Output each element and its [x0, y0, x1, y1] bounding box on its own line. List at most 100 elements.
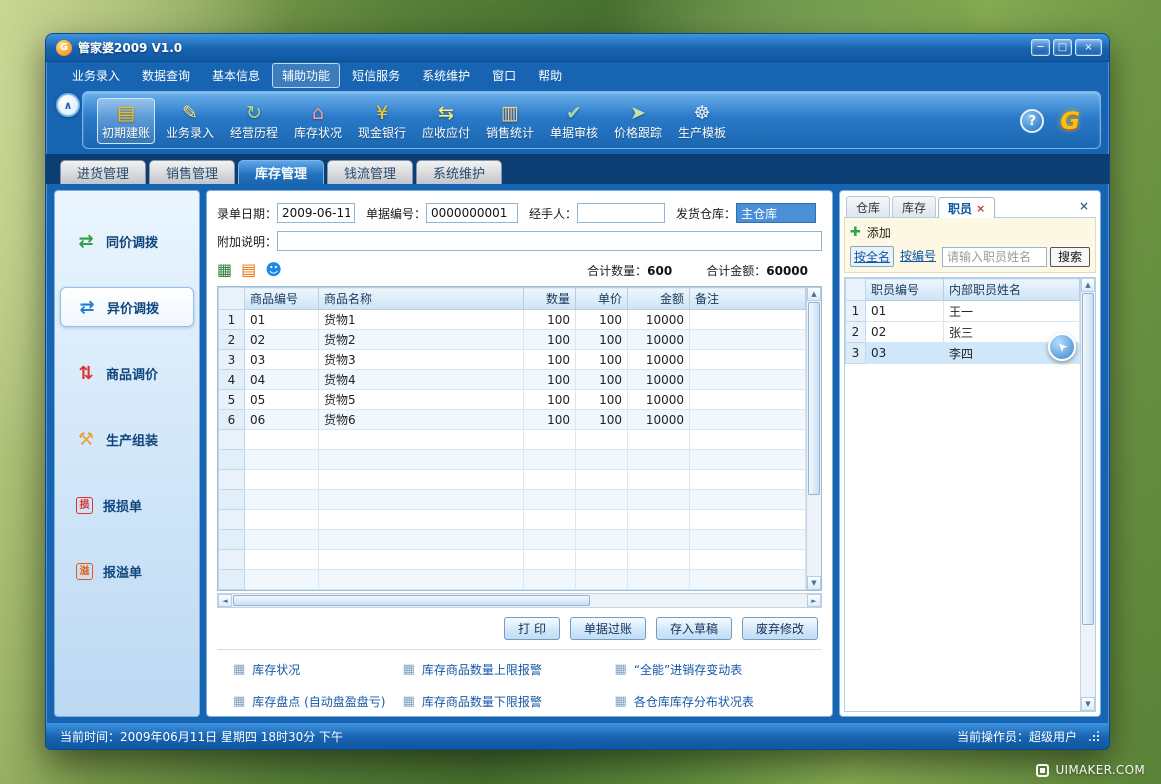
collapse-toolbar-button[interactable]: ∧ — [56, 93, 80, 117]
cell-amount[interactable]: 10000 — [628, 390, 690, 410]
scroll-track[interactable] — [807, 301, 821, 576]
menu-item-1[interactable]: 业务录入 — [62, 63, 130, 88]
cell-note[interactable] — [690, 370, 806, 390]
staff-vscrollbar[interactable]: ▲ ▼ — [1080, 278, 1095, 711]
cell-note[interactable] — [690, 470, 806, 490]
table-row-empty[interactable] — [219, 490, 806, 510]
cell-price[interactable]: 100 — [576, 370, 628, 390]
menu-item-8[interactable]: 帮助 — [528, 63, 572, 88]
scroll-left-button[interactable]: ◄ — [218, 594, 232, 607]
cell-name[interactable] — [319, 510, 524, 530]
cell-qty[interactable]: 100 — [524, 370, 576, 390]
link-stock-upper-limit-alarm[interactable]: ▦库存商品数量上限报警 — [403, 661, 615, 678]
cell-note[interactable] — [690, 430, 806, 450]
table-row[interactable]: 606货物610010010000 — [219, 410, 806, 430]
cell-price[interactable] — [576, 490, 628, 510]
detail-grid-icon[interactable]: ▦ — [217, 261, 232, 279]
search-by-code-button[interactable]: 按编号 — [897, 246, 939, 267]
cell-name[interactable]: 货物1 — [319, 310, 524, 330]
table-row[interactable]: 202货物210010010000 — [219, 330, 806, 350]
table-row[interactable]: 505货物510010010000 — [219, 390, 806, 410]
table-row-empty[interactable] — [219, 570, 806, 590]
cell-code[interactable] — [245, 450, 319, 470]
cell-name[interactable]: 王一 — [944, 301, 1080, 322]
cell-amount[interactable]: 10000 — [628, 370, 690, 390]
scroll-up-button[interactable]: ▲ — [807, 287, 821, 301]
cell-code[interactable]: 04 — [245, 370, 319, 390]
cell-qty[interactable] — [524, 570, 576, 590]
cell-price[interactable] — [576, 430, 628, 450]
table-row-empty[interactable] — [219, 470, 806, 490]
warehouse-tab[interactable]: 仓库 — [846, 196, 890, 217]
scroll-thumb[interactable] — [233, 595, 590, 606]
module-tab-3[interactable]: 库存管理 — [238, 160, 324, 184]
cell-note[interactable] — [690, 310, 806, 330]
cell-name[interactable] — [319, 570, 524, 590]
stock-tab[interactable]: 库存 — [892, 196, 936, 217]
ship-warehouse-input[interactable] — [736, 203, 816, 223]
cell-amount[interactable]: 10000 — [628, 350, 690, 370]
cell-price[interactable]: 100 — [576, 410, 628, 430]
scroll-right-button[interactable]: ► — [807, 594, 821, 607]
calculator-icon[interactable]: ▤ — [241, 261, 256, 279]
cell-price[interactable] — [576, 450, 628, 470]
staff-search-input[interactable] — [942, 247, 1047, 267]
note-input[interactable] — [277, 231, 822, 251]
cell-price[interactable]: 100 — [576, 310, 628, 330]
cell-name[interactable]: 货物5 — [319, 390, 524, 410]
toolbar-item-7[interactable]: ▥销售统计 — [481, 98, 539, 144]
sidebar-item-4[interactable]: ⚒生产组装 — [60, 419, 194, 459]
cell-note[interactable] — [690, 350, 806, 370]
sidebar-item-2[interactable]: ⇄异价调拨 — [60, 287, 194, 327]
module-tab-1[interactable]: 进货管理 — [60, 160, 146, 184]
scroll-track[interactable] — [232, 594, 807, 607]
cell-qty[interactable] — [524, 450, 576, 470]
close-tab-icon[interactable]: × — [976, 202, 985, 215]
minimize-button[interactable]: ─ — [1031, 39, 1050, 56]
scroll-up-button[interactable]: ▲ — [1081, 278, 1095, 292]
cell-amount[interactable] — [628, 530, 690, 550]
discard-changes-button[interactable]: 废弃修改 — [742, 617, 818, 640]
toolbar-item-4[interactable]: ⌂库存状况 — [289, 98, 347, 144]
cell-price[interactable] — [576, 470, 628, 490]
sidebar-item-1[interactable]: ⇄同价调拨 — [60, 221, 194, 261]
scroll-down-button[interactable]: ▼ — [1081, 697, 1095, 711]
toolbar-item-2[interactable]: ✎业务录入 — [161, 98, 219, 144]
scroll-thumb[interactable] — [808, 302, 820, 495]
menu-item-2[interactable]: 数据查询 — [132, 63, 200, 88]
cell-note[interactable] — [690, 530, 806, 550]
cell-code[interactable]: 03 — [866, 343, 944, 364]
table-row[interactable]: 303货物310010010000 — [219, 350, 806, 370]
staff-picker-icon[interactable]: ☻ — [265, 261, 282, 279]
cell-price[interactable]: 100 — [576, 350, 628, 370]
cell-name[interactable] — [319, 430, 524, 450]
table-row-empty[interactable] — [219, 510, 806, 530]
cell-note[interactable] — [690, 570, 806, 590]
cell-amount[interactable]: 10000 — [628, 410, 690, 430]
link-stock-taking[interactable]: ▦库存盘点 (自动盘盈盘亏) — [233, 693, 403, 710]
cell-note[interactable] — [690, 450, 806, 470]
resize-grip[interactable] — [1089, 731, 1099, 741]
toolbar-item-5[interactable]: ¥现金银行 — [353, 98, 411, 144]
cell-note[interactable] — [690, 410, 806, 430]
menu-item-3[interactable]: 基本信息 — [202, 63, 270, 88]
sidebar-item-6[interactable]: 溢报溢单 — [60, 551, 194, 591]
scroll-thumb[interactable] — [1082, 293, 1094, 625]
menu-item-5[interactable]: 短信服务 — [342, 63, 410, 88]
module-tab-2[interactable]: 销售管理 — [149, 160, 235, 184]
cell-code[interactable] — [245, 510, 319, 530]
toolbar-item-6[interactable]: ⇆应收应付 — [417, 98, 475, 144]
menu-item-7[interactable]: 窗口 — [482, 63, 526, 88]
cell-price[interactable] — [576, 510, 628, 530]
scroll-track[interactable] — [1081, 292, 1095, 697]
cell-note[interactable] — [690, 510, 806, 530]
cell-qty[interactable]: 100 — [524, 310, 576, 330]
cell-amount[interactable] — [628, 490, 690, 510]
print-button[interactable]: 打 印 — [504, 617, 560, 640]
staff-row[interactable]: 202张三 — [846, 322, 1080, 343]
cell-qty[interactable] — [524, 530, 576, 550]
cell-qty[interactable]: 100 — [524, 410, 576, 430]
cell-amount[interactable]: 10000 — [628, 310, 690, 330]
search-button[interactable]: 搜索 — [1050, 247, 1090, 267]
items-table-vscrollbar[interactable]: ▲ ▼ — [806, 287, 821, 590]
